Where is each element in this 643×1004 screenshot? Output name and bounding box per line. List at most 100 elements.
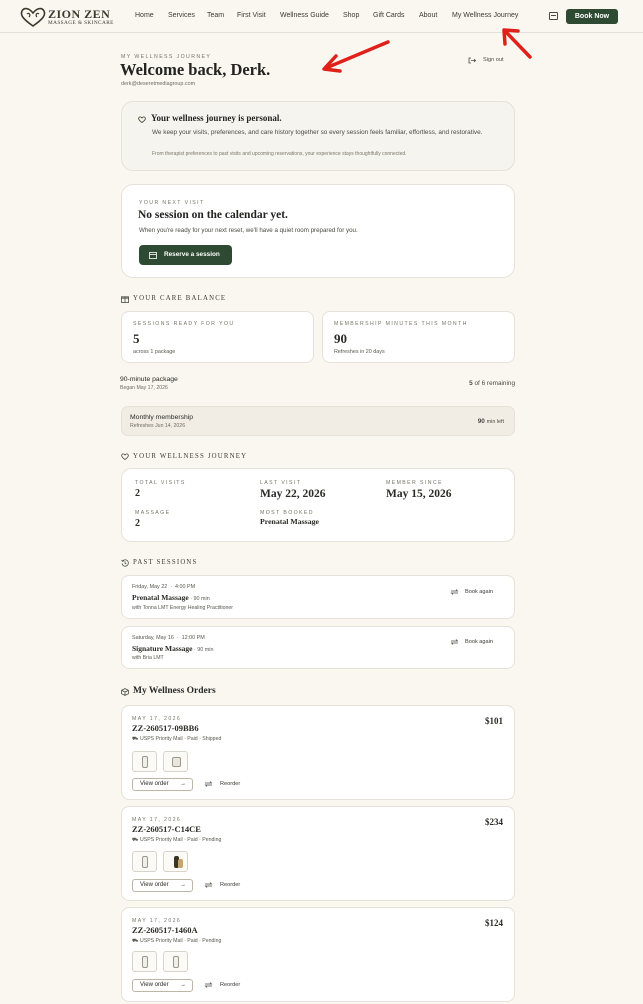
order-item-thumbnail[interactable]: [132, 751, 157, 772]
view-order-label: View order: [140, 781, 169, 787]
membership-minutes-left-count: 90: [477, 418, 485, 425]
truck-icon: ⛟: [132, 736, 139, 742]
order-payment: Paid: [187, 736, 198, 742]
nav-about[interactable]: About: [419, 12, 437, 19]
calendar-icon[interactable]: [549, 12, 558, 20]
repeat-icon: [450, 589, 459, 595]
massage-count-label: MASSAGE: [135, 510, 171, 516]
jar-icon: [172, 757, 181, 767]
nav-shop[interactable]: Shop: [343, 12, 359, 19]
view-order-button[interactable]: View order →: [132, 778, 193, 791]
order-id: ZZ-260517-C14CE: [132, 824, 201, 834]
order-date: MAY 17, 2026: [132, 716, 182, 722]
next-visit-body: When you're ready for your next reset, w…: [139, 227, 358, 234]
user-email: derk@deseretmediagroup.com: [121, 81, 196, 87]
view-order-button[interactable]: View order →: [132, 879, 193, 892]
bottle-icon: [173, 956, 179, 968]
intro-note: From therapist preferences to past visit…: [152, 151, 407, 157]
order-date: MAY 17, 2026: [132, 918, 182, 924]
order-item-thumbnail[interactable]: [163, 951, 188, 972]
bottle-icon: [142, 856, 148, 868]
jar-icon: [178, 859, 183, 868]
order-item-thumbnail[interactable]: [163, 851, 188, 872]
heart-swirl-logo-icon: [20, 7, 46, 27]
intro-body: We keep your visits, preferences, and ca…: [152, 129, 483, 136]
nav-wellness-guide[interactable]: Wellness Guide: [280, 12, 329, 19]
sessions-ready-card: SESSIONS READY FOR YOU 5 across 1 packag…: [121, 311, 314, 363]
sign-out-label: Sign out: [483, 57, 504, 63]
package-remaining-text: of 6 remaining: [474, 380, 516, 387]
gift-icon: [121, 296, 129, 303]
membership-minutes-sub: Refreshes in 20 days: [334, 349, 385, 355]
nav-first-visit[interactable]: First Visit: [237, 12, 266, 19]
repeat-icon: [450, 639, 459, 645]
past-session-card: Saturday, May 16 · 12:00 PM Signature Ma…: [121, 626, 515, 669]
truck-icon: ⛟: [132, 938, 139, 944]
nav-home[interactable]: Home: [135, 12, 154, 19]
wellness-journey-heading: YOUR WELLNESS JOURNEY: [133, 453, 248, 460]
membership-minutes-card: MEMBERSHIP MINUTES THIS MONTH 90 Refresh…: [322, 311, 515, 363]
order-status: Shipped: [202, 736, 222, 742]
order-item-thumbnail[interactable]: [132, 951, 157, 972]
membership-title: Monthly membership: [130, 414, 194, 421]
nav-services[interactable]: Services: [168, 12, 195, 19]
order-item-thumbnail[interactable]: [163, 751, 188, 772]
past-sessions-heading: PAST SESSIONS: [133, 559, 198, 566]
intro-title: Your wellness journey is personal.: [151, 113, 282, 123]
session-service-line: Prenatal Massage · 90 min: [132, 593, 210, 602]
view-order-button[interactable]: View order →: [132, 979, 193, 992]
membership-row: Monthly membership Refreshes Jun 14, 202…: [121, 406, 515, 436]
bottle-icon: [142, 756, 148, 768]
package-sub: Began May 17, 2026: [120, 385, 168, 391]
order-meta: ⛟ USPS Priority Mail · Paid · Shipped: [132, 736, 222, 742]
view-order-label: View order: [140, 982, 169, 988]
view-order-label: View order: [140, 882, 169, 888]
massage-count-value: 2: [135, 518, 140, 529]
order-status: Pending: [202, 938, 222, 944]
membership-minutes-left: 90 min left: [478, 418, 504, 425]
order-meta: ⛟ USPS Priority Mail · Paid · Pending: [132, 837, 222, 843]
membership-minutes-left-text: min left: [486, 419, 504, 425]
nav-my-wellness-journey[interactable]: My Wellness Journey: [452, 12, 518, 19]
nav-team[interactable]: Team: [207, 12, 224, 19]
reorder-label: Reorder: [220, 982, 241, 988]
book-again-label: Book again: [465, 639, 493, 645]
session-therapist: with Tonna LMT Energy Healing Practition…: [132, 605, 234, 611]
next-visit-title: No session on the calendar yet.: [138, 209, 288, 221]
heart-icon: [121, 453, 129, 460]
order-total: $101: [485, 716, 503, 726]
order-shipping: USPS Priority Mail: [139, 938, 183, 944]
order-item-thumbnail[interactable]: [132, 851, 157, 872]
total-visits-label: TOTAL VISITS: [135, 480, 186, 486]
brand-logo[interactable]: ZION ZEN MASSAGE & SKINCARE: [19, 6, 119, 28]
sessions-ready-sub: across 1 package: [133, 349, 176, 355]
session-service: Signature Massage: [132, 644, 193, 653]
membership-sub: Refreshes Jun 14, 2026: [130, 423, 186, 429]
book-now-button[interactable]: Book Now: [566, 9, 618, 24]
order-meta: ⛟ USPS Priority Mail · Paid · Pending: [132, 938, 222, 944]
reserve-session-button[interactable]: Reserve a session: [139, 245, 232, 265]
membership-minutes-label: MEMBERSHIP MINUTES THIS MONTH: [334, 321, 468, 327]
order-shipping: USPS Priority Mail: [139, 736, 183, 742]
member-since-label: MEMBER SINCE: [386, 480, 443, 486]
arrow-right-icon: →: [180, 882, 186, 888]
calendar-icon: [149, 252, 157, 259]
order-date: MAY 17, 2026: [132, 817, 182, 823]
arrow-right-icon: →: [180, 982, 186, 988]
nav-gift-cards[interactable]: Gift Cards: [373, 12, 405, 19]
session-duration: 90 min: [193, 596, 210, 602]
next-visit-card: YOUR NEXT VISIT No session on the calend…: [121, 184, 515, 278]
session-service-line: Signature Massage · 90 min: [132, 644, 214, 653]
session-date: Friday, May 22: [132, 584, 168, 590]
session-time: 12:00 PM: [181, 635, 205, 641]
session-service: Prenatal Massage: [132, 593, 189, 602]
order-payment: Paid: [187, 837, 198, 843]
session-time: 4:00 PM: [175, 584, 196, 590]
order-id: ZZ-260517-09BB6: [132, 723, 199, 733]
past-session-card: Friday, May 22 · 4:00 PM Prenatal Massag…: [121, 575, 515, 619]
book-again-label: Book again: [465, 589, 493, 595]
next-visit-eyebrow: YOUR NEXT VISIT: [139, 200, 205, 206]
heart-icon: [138, 116, 146, 123]
repeat-icon: [204, 781, 213, 787]
bottle-icon: [142, 956, 148, 968]
